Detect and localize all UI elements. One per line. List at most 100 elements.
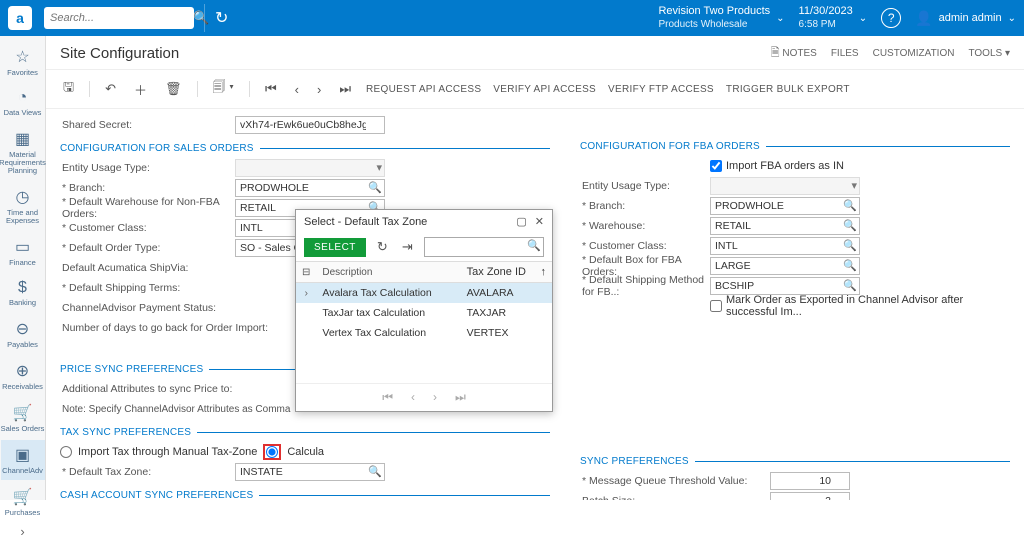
chevron-down-icon[interactable]: ▾	[376, 161, 382, 174]
sidebar-item-time-expenses[interactable]: ◷Time and Expenses	[1, 182, 45, 230]
refresh-icon[interactable]: ↻	[374, 237, 391, 257]
sidebar-item-payables[interactable]: ⊖Payables	[1, 314, 45, 354]
import-fba-checkbox[interactable]	[710, 160, 722, 172]
last-icon[interactable]: ⏭	[336, 79, 354, 99]
search-icon[interactable]: 🔍	[368, 465, 382, 478]
user-menu[interactable]: 👤 admin admin ⌄	[915, 10, 1016, 27]
fba-ship-input[interactable]	[710, 277, 860, 295]
fba-ship-label: Default Shipping Method for FB..:	[580, 274, 710, 298]
first-icon[interactable]: ⏮	[262, 79, 280, 99]
search-icon[interactable]: 🔍	[843, 239, 857, 252]
fba-wh-input[interactable]	[710, 217, 860, 235]
page-prev-icon[interactable]: ‹	[411, 390, 415, 405]
trigger-bulk-button[interactable]: TRIGGER BULK EXPORT	[726, 84, 850, 95]
user-name: admin admin	[939, 12, 1002, 24]
search-icon[interactable]: 🔍	[368, 181, 382, 194]
add-icon[interactable]: ＋	[131, 78, 150, 101]
undo-icon[interactable]: ↶	[102, 79, 119, 99]
chevron-down-icon[interactable]: ⌄	[776, 13, 784, 24]
chevron-down-icon[interactable]: ▾	[851, 179, 857, 192]
tax-calc-radio[interactable]	[266, 446, 278, 458]
fba-entity-select[interactable]	[710, 177, 860, 195]
table-row[interactable]: ›Avalara Tax CalculationAVALARA	[296, 283, 552, 304]
msg-q-input[interactable]	[770, 472, 850, 490]
search-icon[interactable]: 🔍	[843, 259, 857, 272]
page-next-icon[interactable]: ›	[433, 390, 437, 405]
col-tax-zone-id[interactable]: Tax Zone ID ↑	[461, 262, 552, 283]
sidebar-item-receivables[interactable]: ⊕Receivables	[1, 356, 45, 396]
search-icon[interactable]: 🔍	[193, 10, 209, 26]
page-last-icon[interactable]: ⏭	[455, 390, 466, 405]
verify-ftp-button[interactable]: VERIFY FTP ACCESS	[608, 84, 714, 95]
clock-icon: ◷	[16, 187, 30, 207]
sidebar-item-banking[interactable]: $Banking	[1, 274, 45, 312]
sidebar-collapse-icon[interactable]: ›	[20, 524, 24, 539]
company-sub: Products Wholesale	[658, 18, 770, 31]
delete-icon[interactable]: 🗑	[162, 79, 185, 99]
sidebar-item-dataviews[interactable]: ◔Data Views	[1, 84, 45, 122]
search-icon[interactable]: 🔍	[843, 199, 857, 212]
sidebar-item-purchases[interactable]: 🛒Purchases	[1, 482, 45, 522]
close-icon[interactable]: ✕	[535, 215, 544, 228]
verify-api-button[interactable]: VERIFY API ACCESS	[493, 84, 596, 95]
default-order-label: Default Order Type:	[60, 242, 235, 254]
branch-input[interactable]	[235, 179, 385, 197]
entity-usage-select[interactable]	[235, 159, 385, 177]
files-link[interactable]: FILES	[831, 48, 859, 59]
copy-icon[interactable]: 🗐 ▾	[210, 76, 237, 102]
table-row[interactable]: Vertex Tax CalculationVERTEX	[296, 323, 552, 343]
user-icon: 👤	[915, 10, 932, 27]
divider	[204, 4, 205, 32]
help-icon[interactable]: ?	[881, 8, 901, 28]
sidebar: ☆Favorites ◔Data Views ▦Material Require…	[0, 36, 46, 500]
app-logo[interactable]: a	[8, 6, 32, 30]
branch-label: Branch:	[60, 182, 235, 194]
chevron-down-icon[interactable]: ⌄	[859, 13, 867, 24]
search-icon[interactable]: 🔍	[527, 239, 541, 252]
next-icon[interactable]: ›	[314, 80, 324, 99]
sidebar-item-favorites[interactable]: ☆Favorites	[1, 42, 45, 82]
card-icon: ▭	[15, 237, 30, 257]
maximize-icon[interactable]: ▢	[516, 215, 526, 228]
fba-box-input[interactable]	[710, 257, 860, 275]
popup-search-input[interactable]	[424, 237, 544, 257]
page-first-icon[interactable]: ⏮	[382, 390, 393, 405]
section-tax-sync: TAX SYNC PREFERENCES	[60, 427, 191, 438]
company-selector[interactable]: Revision Two Products Products Wholesale	[658, 5, 770, 31]
fba-cust-class-label: Customer Class:	[580, 240, 710, 252]
tax-manual-radio[interactable]	[60, 446, 72, 458]
batch-label: Batch Size:	[580, 495, 770, 500]
customization-link[interactable]: CUSTOMIZATION	[873, 48, 955, 59]
prev-icon[interactable]: ‹	[292, 80, 302, 99]
tools-link[interactable]: TOOLS ▾	[968, 48, 1010, 59]
global-search[interactable]: 🔍	[44, 7, 194, 29]
table-row[interactable]: TaxJar tax CalculationTAXJAR	[296, 303, 552, 323]
date-selector[interactable]: 11/30/2023 6:58 PM	[799, 5, 853, 31]
import-fba-label: Import FBA orders as IN	[726, 160, 844, 172]
save-icon[interactable]: 🖫	[60, 76, 77, 102]
cart-icon: 🛒	[13, 487, 33, 507]
sidebar-item-sales-orders[interactable]: 🛒Sales Orders	[1, 398, 45, 438]
select-button[interactable]: SELECT	[304, 238, 366, 257]
shared-secret-label: Shared Secret:	[60, 119, 235, 131]
col-description[interactable]: Description	[316, 262, 460, 283]
sidebar-item-finance[interactable]: ▭Finance	[1, 232, 45, 272]
sidebar-item-mrp[interactable]: ▦Material Requirements Planning	[1, 124, 45, 180]
search-input[interactable]	[50, 12, 193, 24]
default-tax-zone-input[interactable]	[235, 463, 385, 481]
fit-icon[interactable]: ⇥	[399, 237, 416, 257]
notes-link[interactable]: 🗎 NOTES	[771, 44, 817, 63]
company-name: Revision Two Products	[658, 5, 770, 18]
fba-branch-input[interactable]	[710, 197, 860, 215]
shared-secret-input[interactable]	[235, 116, 385, 134]
fba-cust-class-input[interactable]	[710, 237, 860, 255]
batch-input[interactable]	[770, 492, 850, 500]
search-icon[interactable]: 🔍	[843, 219, 857, 232]
search-icon[interactable]: 🔍	[843, 279, 857, 292]
mark-exported-checkbox[interactable]	[710, 300, 722, 312]
request-api-button[interactable]: REQUEST API ACCESS	[366, 84, 481, 95]
attr-note: Note: Specify ChannelAdvisor Attributes …	[60, 404, 290, 415]
reload-icon[interactable]: ↻	[215, 8, 228, 28]
sidebar-item-channeladv[interactable]: ▣ChannelAdv	[1, 440, 45, 480]
chevron-down-icon[interactable]: ⌄	[1008, 13, 1016, 24]
